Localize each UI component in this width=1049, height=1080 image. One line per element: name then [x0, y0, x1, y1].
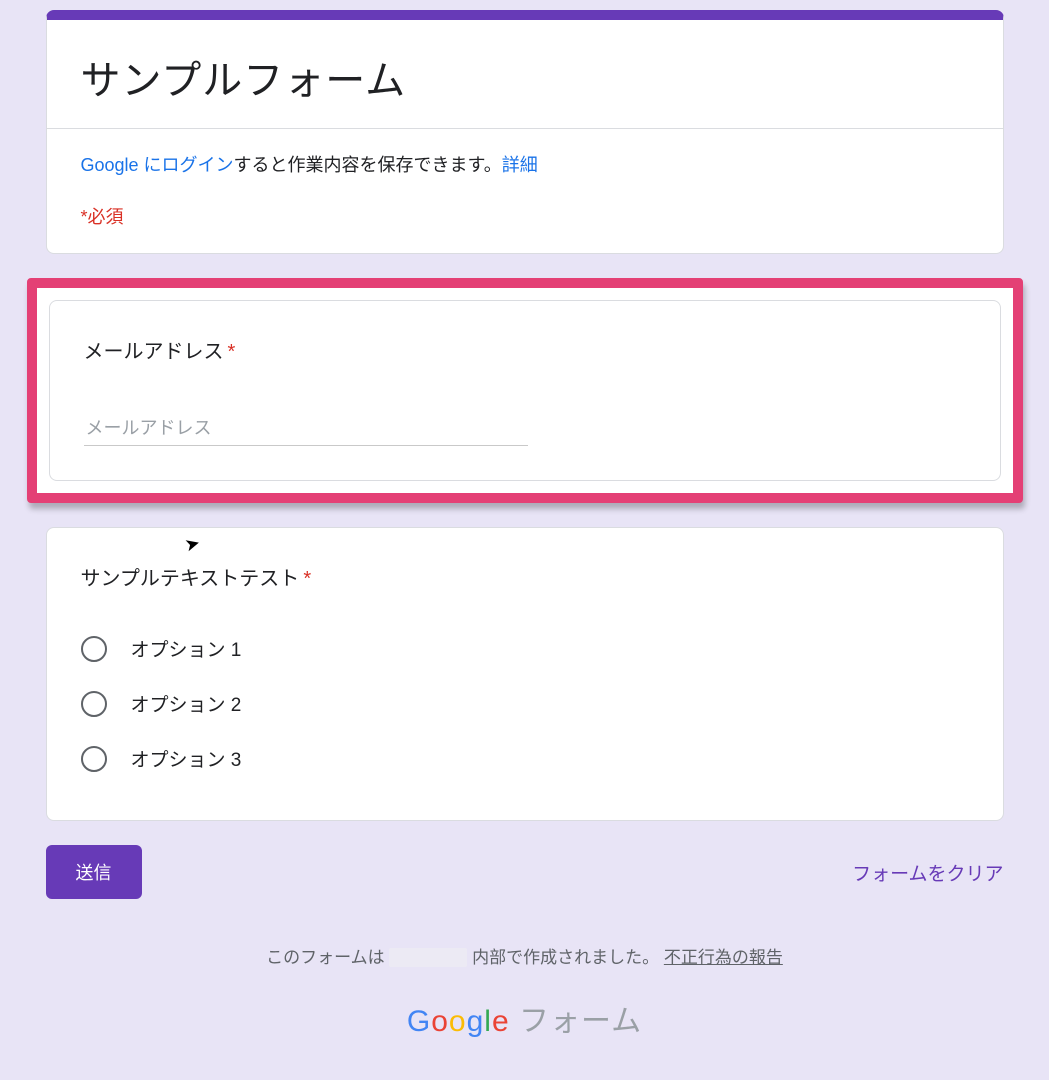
highlight-frame: メールアドレス*	[27, 278, 1023, 503]
form-title: サンプルフォーム	[81, 48, 969, 106]
footnote-prefix: このフォームは	[266, 948, 385, 967]
radio-option[interactable]: オプション 2	[81, 676, 969, 731]
footnote-suffix: 内部で作成されました。	[472, 948, 659, 967]
radio-icon	[81, 691, 107, 717]
form-header-card: サンプルフォーム Google にログインすると作業内容を保存できます。詳細 *…	[46, 10, 1004, 254]
actions-row: 送信 フォームをクリア	[46, 845, 1004, 899]
redacted-org: xxxx	[389, 948, 467, 967]
question-title-email: メールアドレス*	[84, 335, 966, 364]
question-title-sample: ➤ サンプルテキストテスト*	[81, 562, 969, 591]
question-title-text: サンプルテキストテスト	[81, 568, 300, 590]
radio-icon	[81, 746, 107, 772]
cursor-icon: ➤	[182, 532, 202, 556]
form-origin-note: このフォームは xxxx 内部で作成されました。 不正行為の報告	[0, 943, 1049, 968]
radio-option[interactable]: オプション 1	[81, 621, 969, 676]
question-card-sample: ➤ サンプルテキストテスト* オプション 1 オプション 2 オプション 3	[46, 527, 1004, 821]
radio-icon	[81, 636, 107, 662]
email-input[interactable]	[84, 412, 528, 446]
google-forms-logo: Google フォーム	[0, 996, 1049, 1040]
question-title-text: メールアドレス	[84, 341, 224, 363]
question-card-email: メールアドレス*	[49, 300, 1001, 481]
required-note: *必須	[81, 203, 969, 229]
submit-button[interactable]: 送信	[46, 845, 142, 899]
option-label: オプション 1	[131, 635, 242, 662]
logo-tail: フォーム	[510, 1005, 642, 1038]
google-login-link[interactable]: Google にログイン	[81, 155, 234, 175]
report-abuse-link[interactable]: 不正行為の報告	[664, 948, 783, 967]
option-label: オプション 2	[131, 690, 242, 717]
option-label: オプション 3	[131, 745, 242, 772]
detail-link[interactable]: 詳細	[502, 155, 538, 175]
radio-option[interactable]: オプション 3	[81, 731, 969, 786]
required-star-icon: *	[228, 341, 236, 363]
login-info-line: Google にログインすると作業内容を保存できます。詳細	[81, 151, 969, 177]
clear-form-link[interactable]: フォームをクリア	[852, 859, 1003, 886]
required-star-icon: *	[303, 568, 311, 590]
login-tail-text: すると作業内容を保存できます。	[234, 155, 502, 175]
